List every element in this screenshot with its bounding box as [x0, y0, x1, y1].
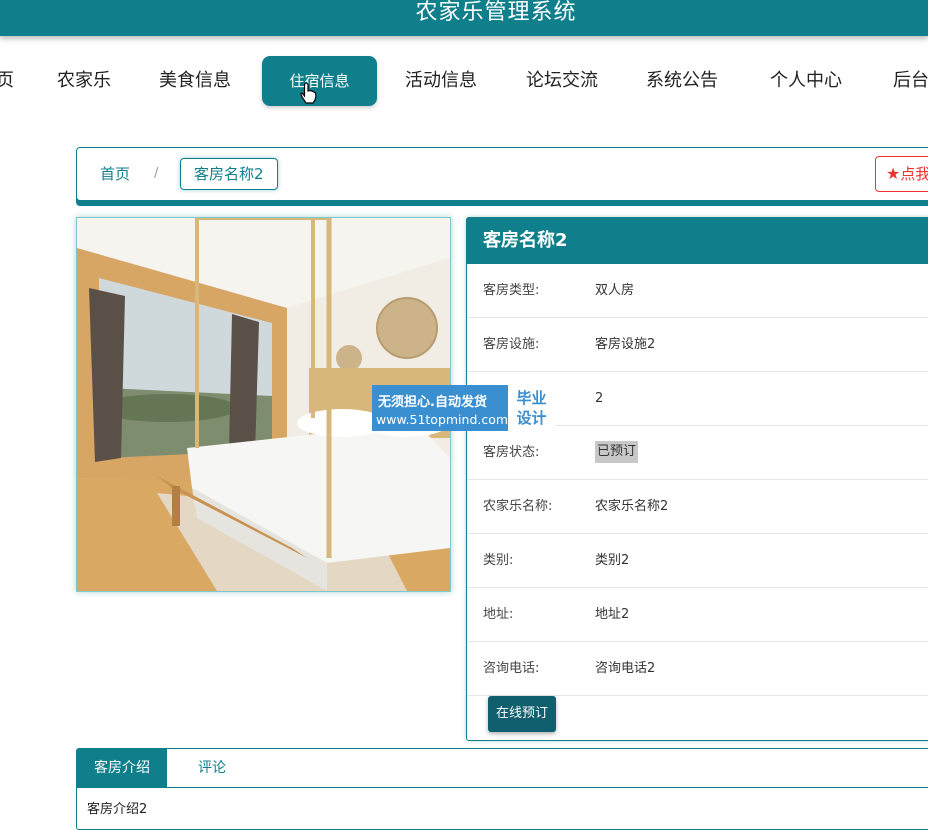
breadcrumb: 首页 / 客房名称2 ★点我: [76, 147, 928, 201]
breadcrumb-separator: /: [154, 166, 159, 181]
detail-value: 类别2: [595, 553, 630, 568]
detail-value: 客房设施2: [595, 337, 656, 352]
tab-bar: 客房介绍 评论: [77, 749, 928, 788]
detail-key: 客房状态:: [483, 445, 540, 460]
detail-value: 双人房: [595, 283, 635, 298]
nav-item-food[interactable]: 美食信息: [159, 56, 231, 106]
detail-key: 地址:: [483, 607, 514, 622]
nav-item-lodging[interactable]: 住宿信息: [262, 56, 377, 106]
breadcrumb-home-link[interactable]: 首页: [100, 148, 130, 200]
detail-value: 咨询电话2: [595, 661, 656, 676]
room-detail-card: 客房名称2 客房类型: 双人房 客房设施: 客房设施2 2 客房状态: 已预订 …: [466, 217, 928, 741]
detail-row-facilities: 客房设施: 客房设施2: [467, 318, 928, 372]
main-nav: 页 农家乐 美食信息 住宿信息 活动信息 论坛交流 系统公告 个人中心 后台: [0, 56, 928, 106]
status-badge: 已预订: [595, 441, 639, 463]
header-bar: 农家乐管理系统: [0, 0, 928, 36]
watermark-badge-line1: 毕业: [516, 389, 547, 407]
nav-item-announcements[interactable]: 系统公告: [646, 56, 718, 106]
detail-key: 农家乐名称:: [483, 499, 553, 514]
nav-item-activities[interactable]: 活动信息: [405, 56, 477, 106]
detail-row-category: 类别: 类别2: [467, 534, 928, 588]
detail-row-status: 客房状态: 已预订: [467, 426, 928, 480]
room-title: 客房名称2: [467, 218, 928, 264]
book-online-button[interactable]: 在线预订: [488, 696, 557, 732]
watermark-badge-line2: 设计: [516, 409, 547, 427]
detail-key: 类别:: [483, 553, 514, 568]
watermark-banner: 无须担心.自动发货 www.51topmind.com 毕业 设计: [372, 385, 555, 431]
tab-content: 客房介绍2: [87, 802, 148, 817]
favorite-button[interactable]: ★点我: [875, 156, 928, 192]
detail-key: 咨询电话:: [483, 661, 540, 676]
detail-row-address: 地址: 地址2: [467, 588, 928, 642]
detail-key: 客房类型:: [483, 283, 540, 298]
nav-item-home[interactable]: 页: [0, 56, 14, 106]
room-tabs: 客房介绍 评论 客房介绍2: [76, 748, 928, 830]
tab-comments[interactable]: 评论: [181, 749, 243, 787]
watermark-text: 无须担心.自动发货: [378, 395, 487, 410]
detail-value: 地址2: [595, 607, 630, 622]
detail-row-phone: 咨询电话: 咨询电话2: [467, 642, 928, 696]
detail-row-farmstay-name: 农家乐名称: 农家乐名称2: [467, 480, 928, 534]
nav-item-profile[interactable]: 个人中心: [770, 56, 842, 106]
detail-row-room-type: 客房类型: 双人房: [467, 264, 928, 318]
nav-item-admin[interactable]: 后台: [893, 56, 928, 106]
watermark-badge: 毕业 设计: [508, 385, 555, 431]
star-icon: ★: [886, 164, 901, 183]
app-title: 农家乐管理系统: [415, 0, 577, 25]
detail-key: 客房设施:: [483, 337, 540, 352]
detail-value: 农家乐名称2: [595, 499, 669, 514]
nav-item-farmstay[interactable]: 农家乐: [57, 56, 111, 106]
nav-item-forum[interactable]: 论坛交流: [526, 56, 598, 106]
watermark-url: www.51topmind.com: [376, 412, 509, 427]
tab-room-intro[interactable]: 客房介绍: [77, 749, 167, 787]
breadcrumb-current: 客房名称2: [180, 158, 278, 190]
detail-value: 2: [595, 391, 604, 406]
favorite-label: 点我: [900, 165, 928, 183]
hand-cursor-icon: [300, 82, 317, 104]
